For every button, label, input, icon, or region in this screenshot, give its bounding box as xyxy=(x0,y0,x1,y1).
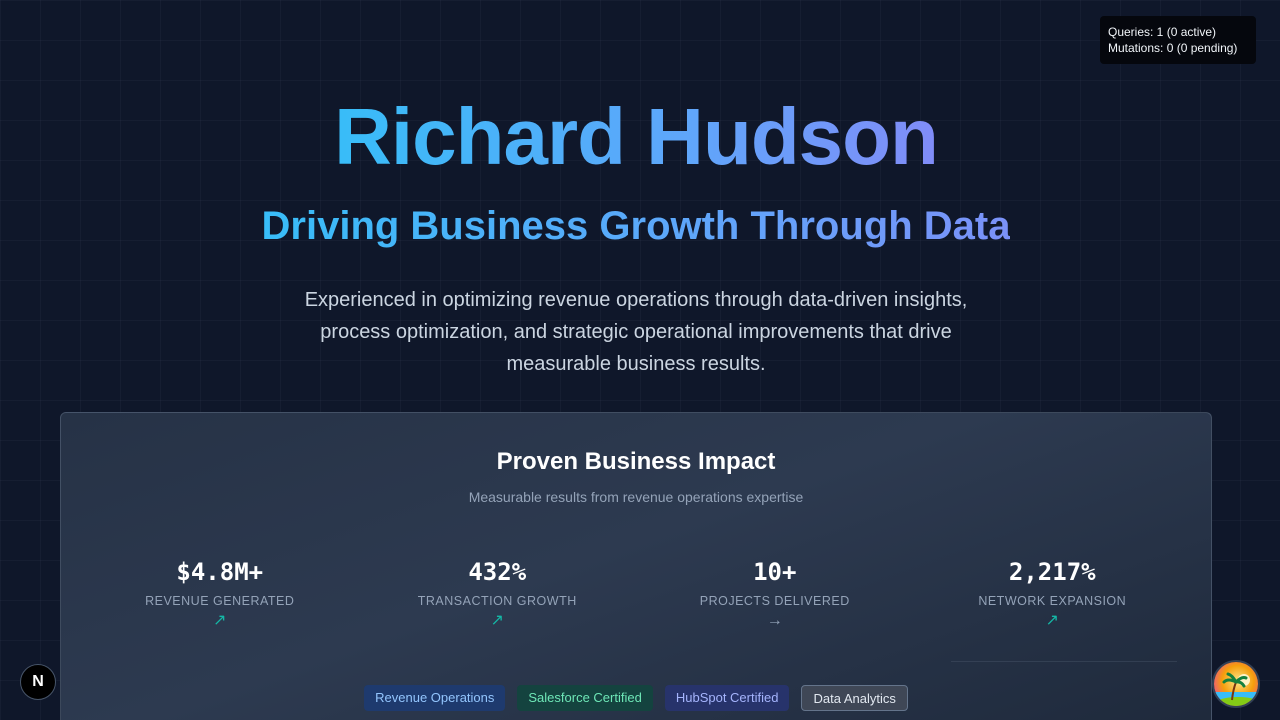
stats-row: $4.8M+ REVENUE GENERATED ↗ 432% TRANSACT… xyxy=(81,557,1191,631)
trend-up-icon: ↗ xyxy=(1045,612,1059,629)
stat-revenue-generated: $4.8M+ REVENUE GENERATED ↗ xyxy=(81,557,359,631)
query-devtools-panel[interactable]: Queries: 1 (0 active) Mutations: 0 (0 pe… xyxy=(1100,16,1256,64)
mutations-status: Mutations: 0 (0 pending) xyxy=(1108,41,1238,55)
stat-value: 2,217% xyxy=(1008,558,1096,586)
tag-data-analytics: Data Analytics xyxy=(801,685,908,711)
tag-salesforce-certified: Salesforce Certified xyxy=(517,685,653,711)
avatar[interactable] xyxy=(1212,660,1260,708)
hero-name-text: Richard Hudson xyxy=(334,92,939,181)
stat-value: $4.8M+ xyxy=(176,558,264,586)
impact-card: Proven Business Impact Measurable result… xyxy=(60,412,1212,720)
queries-status: Queries: 1 (0 active) xyxy=(1108,25,1217,39)
stat-label: NETWORK EXPANSION xyxy=(978,594,1127,608)
impact-subtitle: Measurable results from revenue operatio… xyxy=(468,489,804,505)
skill-tags: Revenue Operations Salesforce Certified … xyxy=(61,685,1211,711)
beach-avatar-icon xyxy=(1214,662,1258,706)
tag-revenue-operations: Revenue Operations xyxy=(364,685,506,711)
stat-label: PROJECTS DELIVERED xyxy=(699,594,850,608)
stat-transaction-growth: 432% TRANSACTION GROWTH ↗ xyxy=(359,557,637,631)
stat-value: 10+ xyxy=(753,558,797,586)
stat-label: REVENUE GENERATED xyxy=(145,594,295,608)
impact-title: Proven Business Impact xyxy=(496,448,776,475)
stat-value: 432% xyxy=(468,558,527,586)
divider xyxy=(951,661,1177,662)
nextjs-dev-indicator-button[interactable]: N xyxy=(20,664,56,700)
stat-projects-delivered: 10+ PROJECTS DELIVERED → xyxy=(636,557,914,631)
trend-flat-icon: → xyxy=(766,612,783,629)
stat-network-expansion: 2,217% NETWORK EXPANSION ↗ xyxy=(914,557,1192,631)
hero-intro: Experienced in optimizing revenue operat… xyxy=(304,289,968,375)
trend-up-icon: ↗ xyxy=(490,612,504,629)
hero-tagline: Driving Business Growth Through Data xyxy=(0,202,1272,250)
stat-label: TRANSACTION GROWTH xyxy=(417,594,577,608)
hero-name: Richard Hudson xyxy=(0,92,1272,182)
hero-tagline-text: Driving Business Growth Through Data xyxy=(261,204,1011,248)
tag-hubspot-certified: HubSpot Certified xyxy=(664,685,790,711)
trend-up-icon: ↗ xyxy=(213,612,227,629)
